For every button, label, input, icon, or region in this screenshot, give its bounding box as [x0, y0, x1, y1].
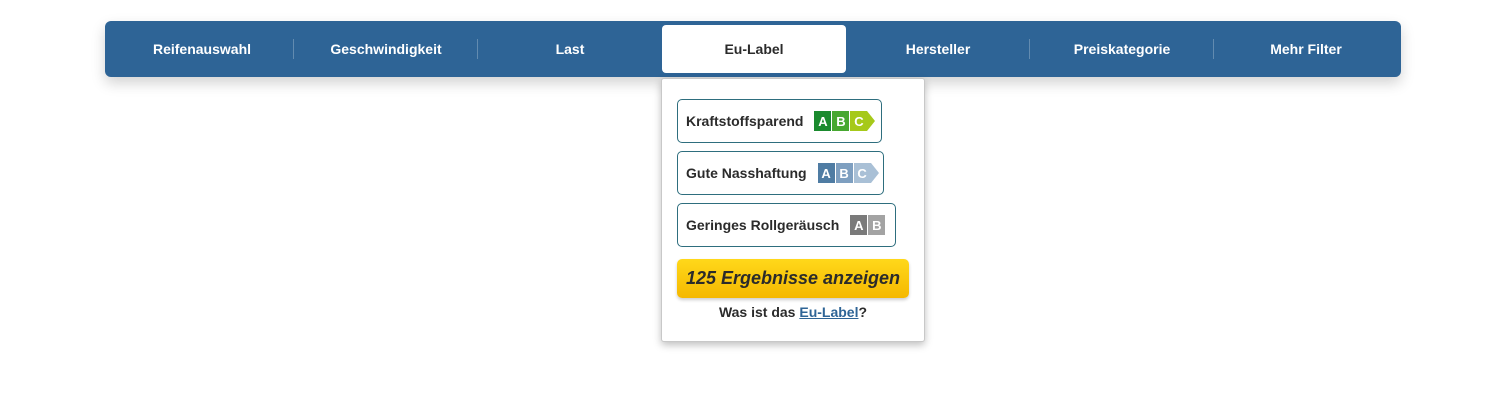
filter-option-label: Kraftstoffsparend	[686, 113, 804, 129]
tab-eu-label[interactable]: Eu-Label	[662, 25, 846, 73]
grade-arrow-icon	[867, 111, 876, 131]
grade-arrow-icon	[870, 163, 879, 183]
grade-b: B	[868, 215, 886, 235]
tab-reifenauswahl[interactable]: Reifenauswahl	[110, 25, 294, 73]
tab-mehr-filter[interactable]: Mehr Filter	[1214, 25, 1398, 73]
eu-label-info: Was ist das Eu-Label?	[662, 304, 924, 320]
eu-grade-badge: A B C	[817, 163, 879, 183]
eu-grade-badge: A B	[850, 215, 886, 235]
grade-a: A	[817, 163, 835, 183]
filter-option-kraftstoffsparend[interactable]: Kraftstoffsparend A B C	[677, 99, 882, 143]
eu-label-dropdown: Kraftstoffsparend A B C Gute Nasshaftung…	[661, 78, 925, 342]
grade-a: A	[850, 215, 868, 235]
eu-label-link[interactable]: Eu-Label	[799, 304, 858, 320]
grade-c: C	[853, 163, 871, 183]
eu-grade-badge: A B C	[814, 111, 876, 131]
filter-option-geringes-rollgeraeusch[interactable]: Geringes Rollgeräusch A B	[677, 203, 896, 247]
filter-option-label: Gute Nasshaftung	[686, 165, 807, 181]
tab-hersteller[interactable]: Hersteller	[846, 25, 1030, 73]
filter-option-label: Geringes Rollgeräusch	[686, 217, 840, 233]
grade-a: A	[814, 111, 832, 131]
tab-last[interactable]: Last	[478, 25, 662, 73]
show-results-button[interactable]: 125 Ergebnisse anzeigen	[677, 259, 909, 298]
tab-preiskategorie[interactable]: Preiskategorie	[1030, 25, 1214, 73]
grade-c: C	[850, 111, 868, 131]
filter-navbar: Reifenauswahl Geschwindigkeit Last Eu-La…	[105, 21, 1401, 77]
filter-option-gute-nasshaftung[interactable]: Gute Nasshaftung A B C	[677, 151, 884, 195]
info-suffix: ?	[858, 304, 868, 320]
grade-b: B	[835, 163, 853, 183]
tab-geschwindigkeit[interactable]: Geschwindigkeit	[294, 25, 478, 73]
grade-b: B	[832, 111, 850, 131]
info-text: Was ist das	[718, 304, 800, 320]
